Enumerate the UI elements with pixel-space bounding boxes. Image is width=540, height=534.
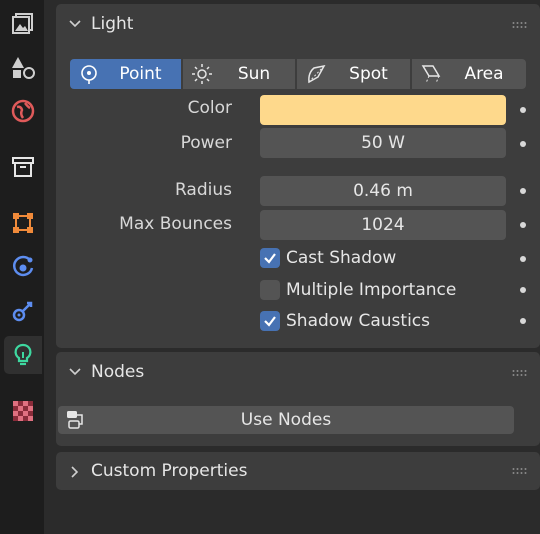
light-type-point[interactable]: Point: [70, 59, 181, 89]
multiple-importance-checkbox[interactable]: [260, 280, 280, 300]
animate-property-dot[interactable]: [520, 141, 526, 147]
animate-property-dot[interactable]: [520, 256, 526, 262]
light-type-label: Area: [464, 64, 504, 84]
nodes-panel-header[interactable]: Nodes: [56, 352, 540, 392]
light-type-label: Sun: [237, 64, 271, 84]
checkmark-icon: [264, 316, 276, 327]
max-bounces-label: Max Bounces: [119, 214, 232, 234]
animate-property-dot[interactable]: [520, 222, 526, 228]
light-panel: Light Point Sun Spot Area Color Power 50…: [56, 4, 540, 348]
image-icon: [12, 13, 33, 34]
checkmark-icon: [264, 253, 276, 264]
drag-grip-icon[interactable]: [512, 369, 528, 377]
tab-physics[interactable]: [4, 248, 42, 286]
cast-shadow-label[interactable]: Cast Shadow: [286, 248, 396, 268]
tab-texture[interactable]: [4, 392, 42, 430]
properties-editor: Light Point Sun Spot Area Color Power 50…: [44, 0, 540, 534]
cast-shadow-checkbox[interactable]: [260, 248, 280, 268]
custom-properties-panel: Custom Properties: [56, 452, 540, 490]
light-type-label: Point: [119, 64, 162, 84]
use-nodes-button[interactable]: Use Nodes: [58, 406, 514, 434]
drag-grip-icon[interactable]: [512, 21, 528, 29]
chevron-down-icon: [69, 368, 81, 376]
light-type-sun[interactable]: Sun: [183, 59, 295, 89]
color-label: Color: [187, 98, 232, 118]
color-swatch[interactable]: [260, 95, 506, 125]
use-nodes-label: Use Nodes: [240, 410, 332, 430]
power-label: Power: [180, 133, 232, 153]
tab-light-data[interactable]: [4, 336, 42, 374]
tab-world[interactable]: [4, 92, 42, 130]
max-bounces-field[interactable]: 1024: [260, 210, 506, 240]
radius-label: Radius: [174, 180, 232, 200]
animate-property-dot[interactable]: [520, 287, 526, 293]
drag-grip-icon[interactable]: [512, 467, 528, 475]
multiple-importance-label[interactable]: Multiple Importance: [286, 280, 456, 300]
texture-checker-icon: [13, 401, 33, 421]
chevron-right-icon: [71, 466, 79, 478]
light-type-label: Spot: [349, 64, 388, 84]
tab-render[interactable]: [4, 4, 42, 42]
constraint-icon: [12, 301, 33, 322]
panel-title: Custom Properties: [91, 461, 248, 481]
radius-field[interactable]: 0.46 m: [260, 176, 506, 206]
collection-icon: [12, 157, 34, 177]
animate-property-dot[interactable]: [520, 107, 526, 113]
shadow-caustics-checkbox[interactable]: [260, 311, 280, 331]
power-field[interactable]: 50 W: [260, 128, 506, 158]
animate-property-dot[interactable]: [520, 318, 526, 324]
custom-properties-panel-header[interactable]: Custom Properties: [56, 452, 540, 490]
world-icon: [11, 99, 35, 123]
light-type-spot[interactable]: Spot: [297, 59, 410, 89]
tab-collection[interactable]: [4, 148, 42, 186]
light-panel-header[interactable]: Light: [56, 4, 540, 44]
light-type-area[interactable]: Area: [412, 59, 526, 89]
animate-property-dot[interactable]: [520, 188, 526, 194]
shapes-icon: [12, 57, 35, 79]
properties-tab-bar: [0, 0, 44, 534]
object-icon: [13, 213, 33, 233]
physics-icon: [12, 255, 34, 277]
tab-output[interactable]: [4, 48, 42, 86]
panel-title: Light: [91, 14, 134, 34]
tab-object[interactable]: [4, 204, 42, 242]
panel-title: Nodes: [91, 362, 145, 382]
shadow-caustics-label[interactable]: Shadow Caustics: [286, 311, 430, 331]
chevron-down-icon: [69, 20, 81, 28]
tab-constraints[interactable]: [4, 292, 42, 330]
light-bulb-icon: [14, 343, 32, 366]
